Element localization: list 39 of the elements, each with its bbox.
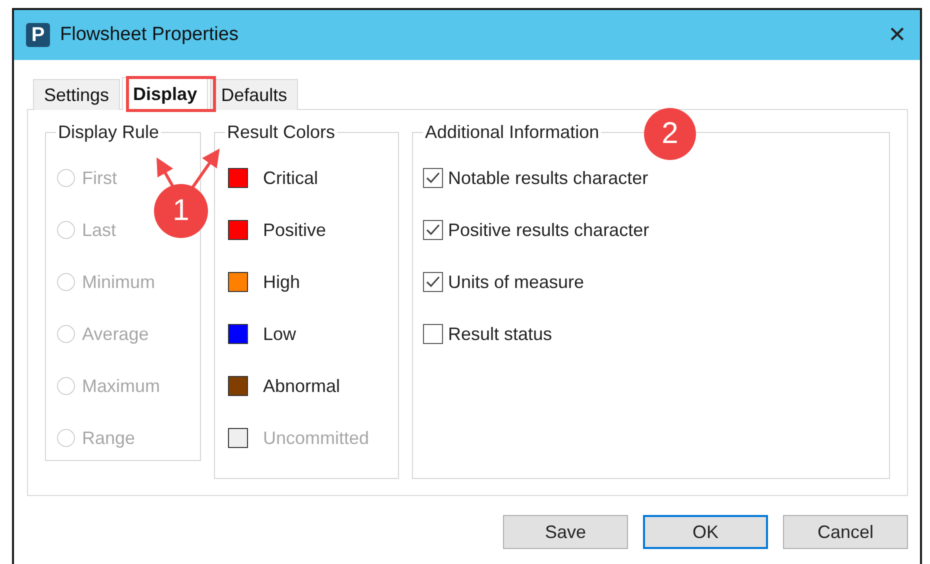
checkbox-label: Positive results character [448, 220, 650, 240]
radio-label: Range [82, 428, 136, 448]
radio-label: Minimum [82, 272, 156, 292]
tab[interactable]: Settings [33, 79, 120, 110]
color-label: Abnormal [263, 376, 340, 396]
checkmark-icon [426, 172, 440, 184]
dialog-button[interactable]: Cancel [783, 515, 908, 549]
dialog-button[interactable]: OK [643, 515, 768, 549]
checkbox-label: Result status [448, 324, 552, 344]
color-swatch[interactable] [228, 272, 248, 292]
app-logo: P [26, 23, 50, 47]
tab[interactable]: Defaults [210, 79, 298, 110]
radio-label: Average [82, 324, 149, 344]
checkmark-icon [426, 224, 440, 236]
radio-label: First [82, 168, 117, 188]
checkbox[interactable] [423, 272, 443, 292]
color-label: Positive [263, 220, 326, 240]
color-label: High [263, 272, 300, 292]
checkbox[interactable] [423, 168, 443, 188]
checkmark-icon [426, 276, 440, 288]
color-label: Low [263, 324, 296, 344]
color-label: Critical [263, 168, 318, 188]
group-title: Display Rule [57, 122, 160, 143]
radio-label: Maximum [82, 376, 160, 396]
color-swatch[interactable] [228, 168, 248, 188]
dialog-button[interactable]: Save [503, 515, 628, 549]
color-swatch[interactable] [228, 220, 248, 240]
checkbox[interactable] [423, 220, 443, 240]
window-title: Flowsheet Properties [60, 24, 240, 46]
radio-label: Last [82, 220, 116, 240]
group-title: Additional Information [424, 122, 600, 143]
color-label: Uncommitted [263, 428, 370, 448]
checkbox-label: Notable results character [448, 168, 648, 188]
close-button[interactable]: ✕ [888, 22, 906, 48]
group-title: Result Colors [226, 122, 336, 143]
checkbox[interactable] [423, 324, 443, 344]
checkbox-label: Units of measure [448, 272, 584, 292]
color-swatch[interactable] [228, 324, 248, 344]
color-swatch[interactable] [228, 376, 248, 396]
